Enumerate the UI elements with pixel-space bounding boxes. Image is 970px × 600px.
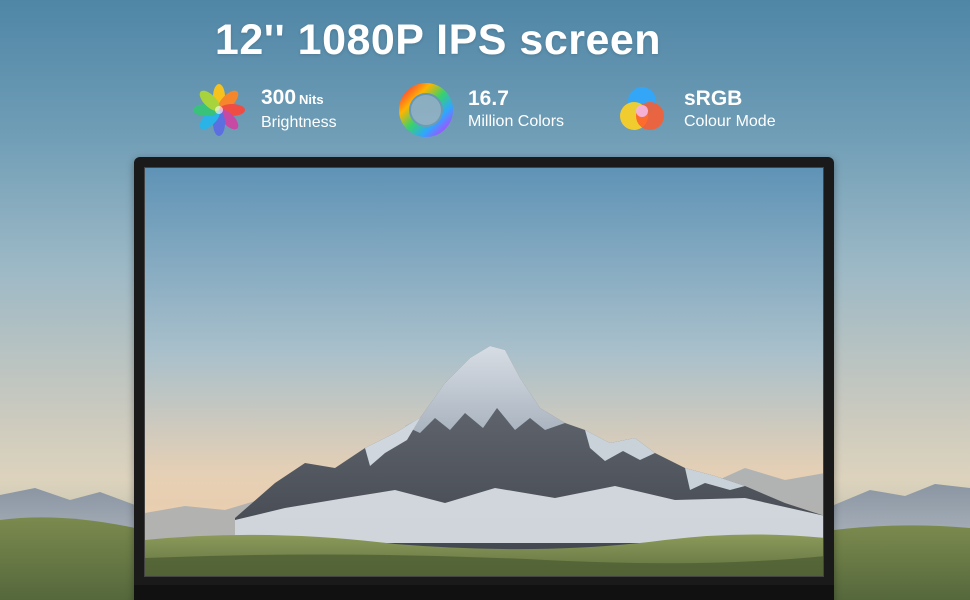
brightness-unit: Nits	[299, 92, 324, 107]
brightness-value: 300	[261, 86, 297, 109]
laptop-display	[134, 157, 834, 600]
feature-colors: 16.7 Million Colors	[398, 82, 564, 138]
colors-value: 16.7	[468, 87, 509, 110]
mountain-wallpaper	[145, 168, 823, 576]
brightness-caption: Brightness	[261, 114, 337, 131]
feature-colour-mode: sRGB Colour Mode	[614, 82, 776, 138]
laptop-screen	[144, 167, 824, 577]
colour-mode-value: sRGB	[684, 87, 743, 110]
headline: 12'' 1080P IPS screen	[214, 16, 662, 64]
laptop-bezel-bottom	[134, 585, 834, 600]
colour-mode-caption: Colour Mode	[684, 113, 776, 130]
color-wheel-icon	[399, 83, 453, 137]
flower-brightness-icon	[193, 84, 245, 136]
feature-brightness: 300 Nits Brightness	[191, 82, 337, 138]
rgb-circles-icon	[620, 87, 664, 130]
colors-caption: Million Colors	[468, 113, 565, 130]
